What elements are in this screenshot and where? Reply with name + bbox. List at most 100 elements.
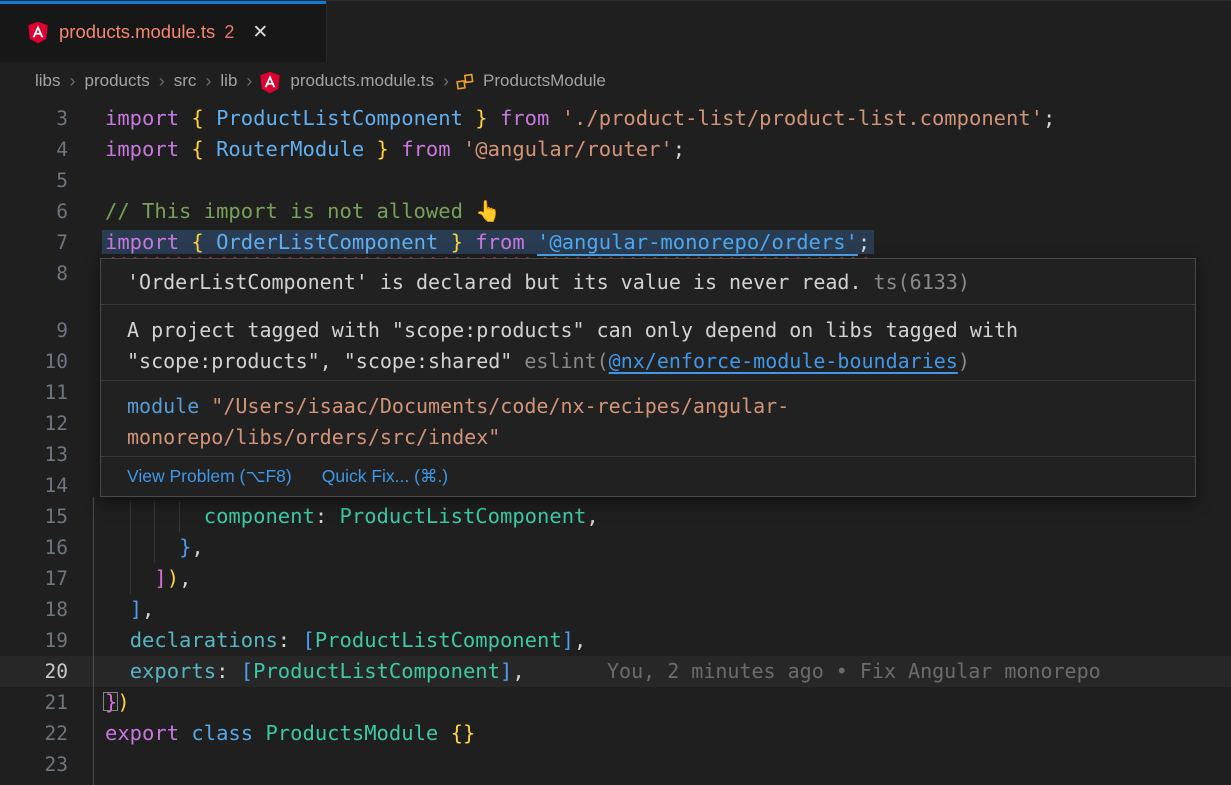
code-token: ] (154, 566, 166, 590)
code-token: import (105, 106, 191, 130)
breadcrumb-item-src[interactable]: src (174, 71, 197, 91)
line-number-6[interactable]: 6 (0, 196, 68, 227)
code-token: [ (302, 628, 314, 652)
code-line-18[interactable]: ], (105, 594, 154, 625)
code-token: ProductListComponent (253, 659, 500, 683)
close-icon[interactable]: ✕ (252, 21, 268, 44)
code-token: import (105, 230, 191, 254)
indent-guide (130, 563, 131, 594)
code-line-17[interactable]: ]), (105, 563, 191, 594)
line-number-gutter: 345678 91011121314151617181920212223 (0, 100, 68, 780)
code-line-20[interactable]: exports: [ProductListComponent], (105, 656, 525, 687)
code-token: component (204, 504, 315, 528)
code-token: : (216, 659, 241, 683)
line-number-23[interactable]: 23 (0, 749, 68, 780)
code-line-16[interactable]: }, (105, 532, 204, 563)
eslint-error-message: A project tagged with "scope:products" c… (101, 305, 1195, 381)
line-number-9[interactable]: 9 (0, 315, 68, 346)
code-token (105, 535, 179, 559)
chevron-right-icon: › (159, 71, 165, 92)
code-token: from (475, 230, 537, 254)
code-token: , (142, 597, 154, 621)
line-number-16[interactable]: 16 (0, 532, 68, 563)
code-token: , (586, 504, 598, 528)
line-number-14[interactable]: 14 (0, 470, 68, 501)
chevron-right-icon: › (205, 71, 211, 92)
code-line-21[interactable]: }) (105, 687, 130, 718)
code-token: , (191, 535, 203, 559)
code-line-22[interactable]: export class ProductsModule {} (105, 718, 475, 749)
angular-icon (27, 21, 49, 44)
code-token: 👆 (475, 199, 501, 223)
ts-error-message: 'OrderListComponent' is declared but its… (101, 259, 1195, 305)
code-token: // This import is not allowed (105, 199, 475, 223)
code-token: ProductsModule (265, 721, 450, 745)
line-number-4[interactable]: 4 (0, 134, 68, 165)
code-token: exports (130, 659, 216, 683)
code-token: } (364, 137, 401, 161)
breadcrumb-item-libs[interactable]: libs (35, 71, 61, 91)
code-token: ] (500, 659, 512, 683)
line-number-17[interactable]: 17 (0, 563, 68, 594)
angular-icon (259, 71, 281, 94)
code-token: ; (673, 137, 685, 161)
line-number-7[interactable]: 7 (0, 227, 68, 258)
code-token: from (500, 106, 562, 130)
code-line-15[interactable]: component: ProductListComponent, (105, 501, 599, 532)
code-line-3[interactable]: import { ProductListComponent } from './… (105, 103, 1055, 134)
line-number-20[interactable]: 20 (0, 656, 68, 687)
line-number-19[interactable]: 19 (0, 625, 68, 656)
code-token: OrderListComponent (216, 230, 438, 254)
code-token: from (401, 137, 463, 161)
code-token: RouterModule (216, 137, 364, 161)
code-token: '@angular-monorepo/orders' (537, 230, 858, 254)
eslint-rule-link[interactable]: @nx/enforce-module-boundaries (609, 349, 958, 373)
code-token: export (105, 721, 191, 745)
code-line-19[interactable]: declarations: [ProductListComponent], (105, 625, 586, 656)
code-token: ] (130, 597, 142, 621)
code-token: ] (562, 628, 574, 652)
code-token (105, 597, 130, 621)
code-line-4[interactable]: import { RouterModule } from '@angular/r… (105, 134, 685, 165)
problem-hover-popup: 'OrderListComponent' is declared but its… (100, 258, 1196, 497)
code-line-6[interactable]: // This import is not allowed 👆 (105, 196, 501, 227)
line-number-12[interactable]: 12 (0, 408, 68, 439)
code-token: { (191, 137, 216, 161)
line-number-21[interactable]: 21 (0, 687, 68, 718)
hover-action-bar: View Problem (⌥F8) Quick Fix... (⌘.) (101, 457, 1195, 496)
code-token: , (179, 566, 191, 590)
tab-products-module[interactable]: products.module.ts 2 ✕ (0, 1, 327, 63)
chevron-right-icon: › (443, 71, 449, 92)
code-token: ProductListComponent (216, 106, 463, 130)
line-number-15[interactable]: 15 (0, 501, 68, 532)
ts-error-code: ts(6133) (862, 270, 970, 294)
code-token: ) (167, 566, 179, 590)
line-number-18[interactable]: 18 (0, 594, 68, 625)
breadcrumb-item-lib[interactable]: lib (220, 71, 237, 91)
code-token: '@angular/router' (463, 137, 673, 161)
module-keyword: module (127, 394, 199, 418)
code-token: ProductListComponent (315, 628, 562, 652)
line-number-13[interactable]: 13 (0, 439, 68, 470)
breadcrumb-item-products-module-ts[interactable]: products.module.ts (290, 71, 434, 91)
code-token: } (438, 230, 475, 254)
line-number-10[interactable]: 10 (0, 346, 68, 377)
chevron-right-icon: › (70, 71, 76, 92)
module-path-block: module "/Users/isaac/Documents/code/nx-r… (101, 381, 1195, 457)
view-problem-action[interactable]: View Problem (⌥F8) (127, 466, 292, 486)
code-token: , (512, 659, 524, 683)
code-token: ; (858, 230, 870, 254)
quick-fix-action[interactable]: Quick Fix... (⌘.) (322, 466, 448, 486)
tab-title: products.module.ts (59, 21, 215, 43)
line-number-11[interactable]: 11 (0, 377, 68, 408)
code-token: import (105, 137, 191, 161)
breadcrumb-item-products[interactable]: products (85, 71, 150, 91)
line-number-8[interactable]: 8 (0, 258, 68, 289)
code-token: [ (241, 659, 253, 683)
line-number-3[interactable]: 3 (0, 103, 68, 134)
line-number-22[interactable]: 22 (0, 718, 68, 749)
code-line-7[interactable]: import { OrderListComponent } from '@ang… (105, 227, 874, 258)
code-token: ) (117, 690, 129, 714)
line-number-5[interactable]: 5 (0, 165, 68, 196)
breadcrumb-item-productsmodule[interactable]: ProductsModule (483, 71, 606, 91)
